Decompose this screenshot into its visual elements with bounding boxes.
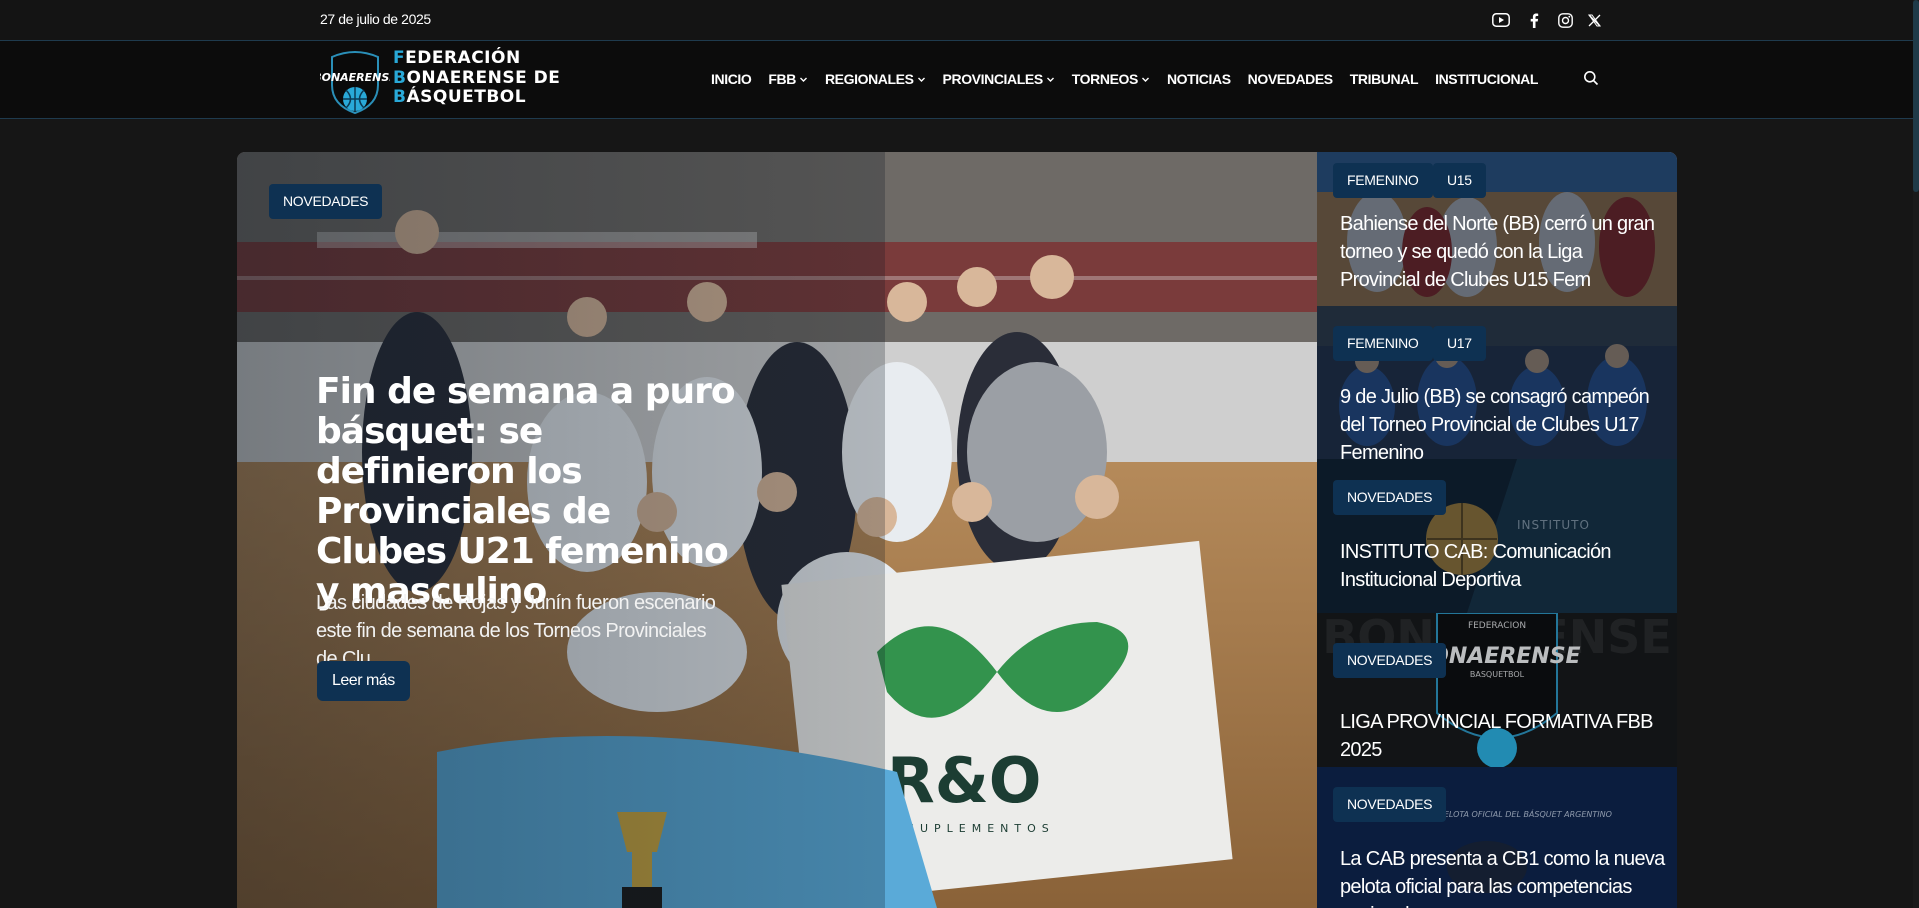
news-card[interactable]: INSTITUTO NOVEDADES INSTITUTO CAB: Comun… [1317, 459, 1677, 613]
hero-category-tag[interactable]: NOVEDADES [269, 184, 383, 219]
scrollbar-thumb[interactable] [1913, 0, 1919, 192]
nav-fbb[interactable]: FBB [768, 71, 808, 87]
nav-regionales[interactable]: REGIONALES [825, 71, 926, 87]
news-card[interactable]: BONAERENSE FEDERACION BONAERENSE BASQUET… [1317, 613, 1677, 767]
hero-title[interactable]: Fin de semana a puro básquet: se definie… [316, 372, 736, 612]
youtube-link[interactable] [1491, 10, 1511, 30]
main-header: BONAERENSE FEDERACIÓN BONAERENSE DE BÁSQ… [0, 41, 1919, 119]
badge-text: BONAERENSE [320, 71, 390, 84]
top-bar: 27 de julio de 2025 [0, 0, 1919, 41]
nav-label: PROVINCIALES [942, 71, 1044, 87]
card-tag[interactable]: NOVEDADES [1333, 643, 1447, 678]
flag-sub-text: SUPLEMENTOS [907, 822, 1055, 835]
facebook-link[interactable] [1524, 10, 1544, 30]
nav-label: TRIBUNAL [1349, 71, 1419, 87]
site-logo[interactable]: BONAERENSE [313, 45, 397, 115]
chevron-down-icon [1141, 77, 1149, 82]
x-icon [1587, 14, 1601, 26]
search-icon [1584, 71, 1599, 86]
youtube-icon [1492, 13, 1510, 27]
nav-label: INICIO [711, 71, 752, 87]
chevron-down-icon [917, 77, 925, 82]
brand-line-3: ÁSQUETBOL [406, 87, 527, 107]
instagram-icon [1557, 12, 1573, 28]
nav-label: NOVEDADES [1247, 71, 1333, 87]
current-date: 27 de julio de 2025 [320, 11, 431, 27]
nav-noticias[interactable]: NOTICIAS [1167, 71, 1231, 87]
card-title[interactable]: LIGA PROVINCIAL FORMATIVA FBB 2025 [1340, 708, 1665, 764]
card-tag[interactable]: U15 [1433, 163, 1486, 198]
card-title[interactable]: La CAB presenta a CB1 como la nueva pelo… [1340, 845, 1665, 908]
main-nav: INICIO FBB REGIONALES PROVINCIALES TORNE… [711, 71, 1555, 87]
nav-novedades[interactable]: NOVEDADES [1248, 71, 1333, 87]
nav-provinciales[interactable]: PROVINCIALES [943, 71, 1055, 87]
flag-brand-text: R&O [887, 744, 1042, 817]
news-card[interactable]: PELOTA OFICIAL DEL BÁSQUET ARGENTINO NOV… [1317, 767, 1677, 908]
search-button[interactable] [1583, 70, 1601, 88]
nav-inicio[interactable]: INICIO [711, 71, 752, 87]
read-more-button[interactable]: Leer más [317, 661, 410, 701]
card-tag[interactable]: NOVEDADES [1333, 787, 1447, 822]
brand-line-1: EDERACIÓN [405, 48, 521, 68]
nav-tribunal[interactable]: TRIBUNAL [1349, 71, 1419, 87]
brand-cap-2: B [393, 67, 407, 88]
nav-label: REGIONALES [824, 71, 914, 87]
chevron-down-icon [1046, 77, 1054, 82]
nav-label: NOTICIAS [1166, 71, 1231, 87]
brand-name: FEDERACIÓN BONAERENSE DE BÁSQUETBOL [393, 48, 561, 108]
featured-article[interactable]: R&O SUPLEMENTOS NOVEDADES Fin de semana … [237, 152, 1317, 908]
nav-label: FBB [768, 71, 796, 87]
card-title[interactable]: Bahiense del Norte (BB) cerró un gran to… [1340, 210, 1665, 294]
chevron-down-icon [799, 77, 807, 82]
facebook-icon [1530, 13, 1539, 28]
card-title[interactable]: 9 de Julio (BB) se consagró campeón del … [1340, 383, 1665, 459]
card-tag[interactable]: FEMENINO [1333, 163, 1433, 198]
news-card[interactable]: FEMENINO U17 9 de Julio (BB) se consagró… [1317, 306, 1677, 459]
nav-label: INSTITUCIONAL [1435, 71, 1539, 87]
instagram-link[interactable] [1555, 10, 1575, 30]
card-tag[interactable]: NOVEDADES [1333, 480, 1447, 515]
x-twitter-link[interactable] [1584, 10, 1604, 30]
brand-cap-1: F [393, 48, 406, 68]
card-tag[interactable]: FEMENINO [1333, 326, 1433, 361]
card-tag[interactable]: U17 [1433, 326, 1486, 361]
nav-institucional[interactable]: INSTITUCIONAL [1435, 71, 1538, 87]
brand-cap-3: B [393, 87, 407, 107]
news-card[interactable]: FEMENINO U15 Bahiense del Norte (BB) cer… [1317, 152, 1677, 306]
nav-label: TORNEOS [1071, 71, 1139, 87]
fbb-badge-icon: BONAERENSE [313, 51, 397, 115]
card-title[interactable]: INSTITUTO CAB: Comunicación Instituciona… [1340, 538, 1665, 594]
nav-torneos[interactable]: TORNEOS [1072, 71, 1150, 87]
brand-line-2: ONAERENSE DE [406, 67, 561, 88]
